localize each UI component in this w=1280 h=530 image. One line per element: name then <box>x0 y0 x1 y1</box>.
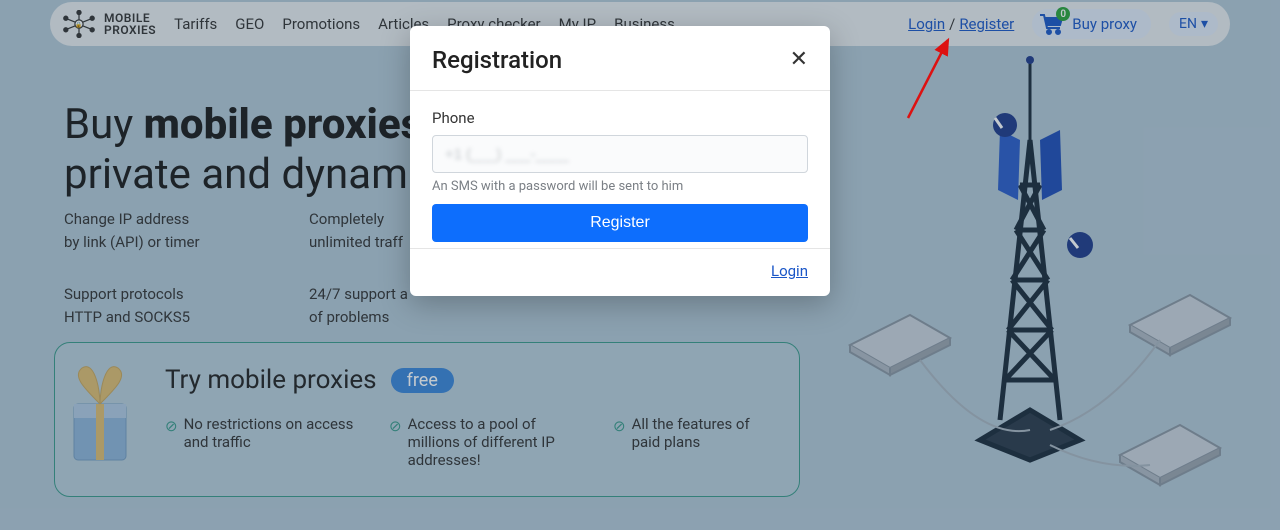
phone-input[interactable] <box>432 135 808 173</box>
close-icon[interactable]: ✕ <box>790 49 808 71</box>
register-button[interactable]: Register <box>432 204 808 242</box>
login-link-modal[interactable]: Login <box>771 262 808 280</box>
modal-title: Registration <box>432 46 562 74</box>
phone-label: Phone <box>432 109 808 127</box>
registration-modal: Registration ✕ Phone An SMS with a passw… <box>410 26 830 296</box>
phone-hint: An SMS with a password will be sent to h… <box>432 179 808 194</box>
